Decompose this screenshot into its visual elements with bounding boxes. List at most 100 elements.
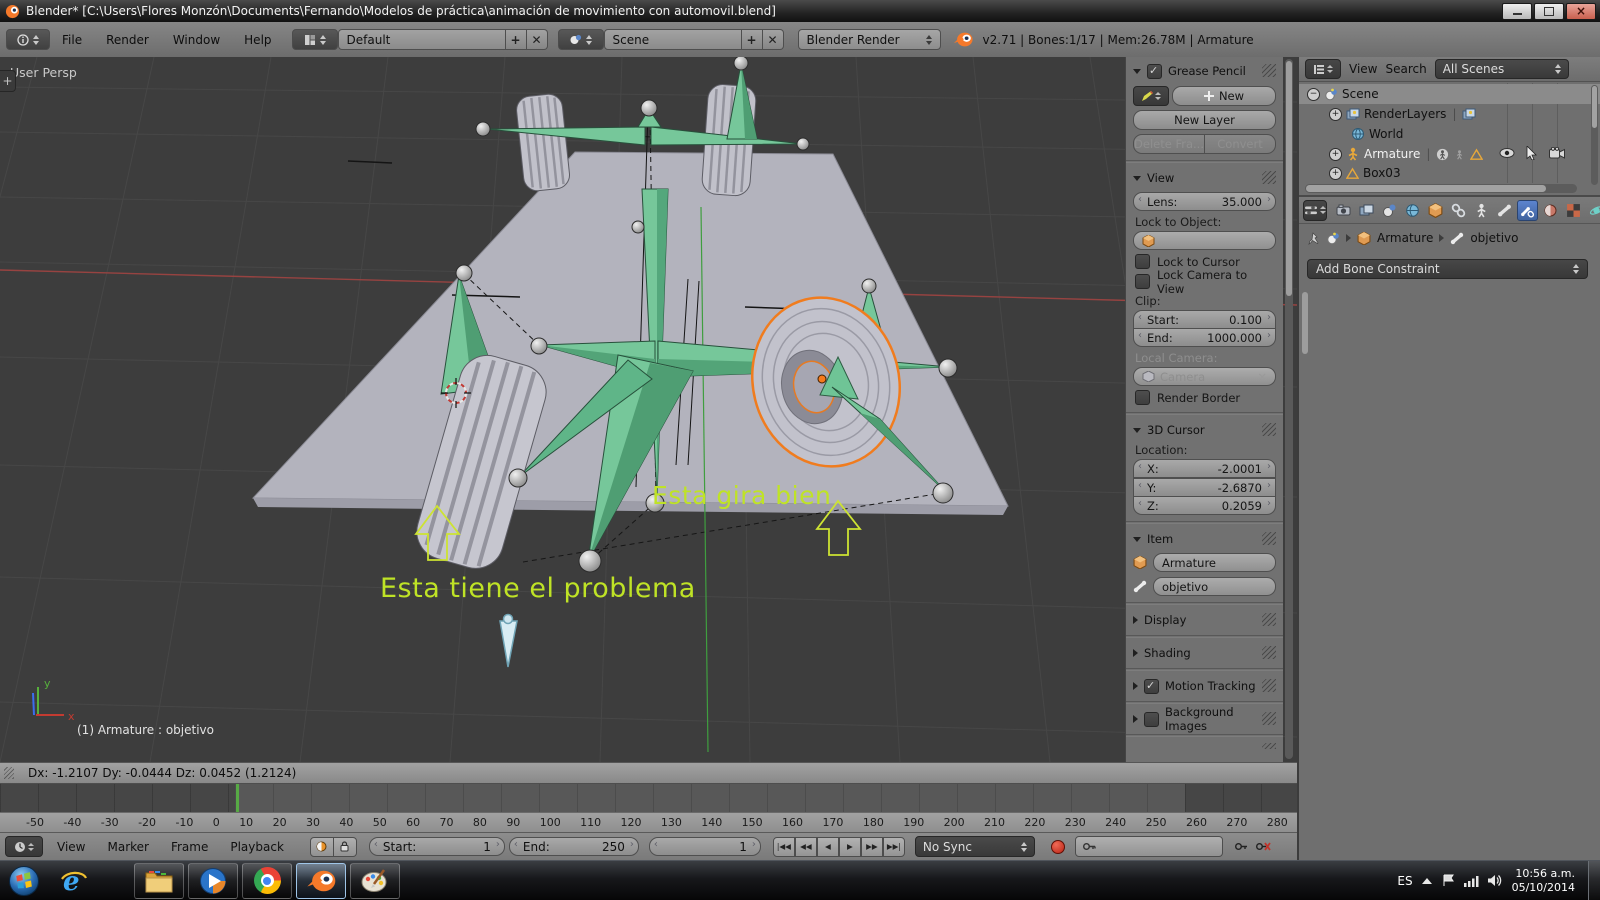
timeline-menu-frame[interactable]: Frame (171, 840, 208, 854)
outliner-row-scene[interactable]: Scene (1299, 84, 1600, 104)
lens-field[interactable]: Lens:35.000 (1133, 192, 1276, 211)
clip-start-field[interactable]: Start:0.100 (1133, 310, 1276, 329)
cursor-x-field[interactable]: X:-2.0001 (1133, 459, 1276, 478)
grease-pencil-header[interactable]: Grease Pencil (1133, 62, 1276, 80)
tab-physics[interactable] (1586, 200, 1600, 221)
action-center-flag-icon[interactable] (1441, 874, 1455, 887)
tab-render[interactable] (1333, 200, 1354, 221)
render-border-checkbox[interactable] (1135, 390, 1150, 405)
menu-window[interactable]: Window (173, 33, 220, 47)
screen-layout-icon-button[interactable] (292, 29, 338, 50)
properties-type-button[interactable] (1303, 200, 1327, 221)
render-border-row[interactable]: Render Border (1135, 389, 1276, 406)
insert-keyframe-button[interactable] (1231, 838, 1253, 856)
taskbar-blender-active[interactable] (296, 863, 346, 899)
editor-type-info-button[interactable] (6, 29, 50, 50)
view-section-header[interactable]: View (1133, 169, 1276, 187)
clear-x-icon[interactable]: ✕ (1257, 370, 1267, 384)
display-section-header[interactable]: Display (1133, 611, 1276, 629)
lock-camera-checkbox[interactable] (1135, 274, 1150, 289)
panel-grip[interactable] (1262, 679, 1276, 692)
taskbar-media-player[interactable] (188, 863, 238, 899)
play-reverse-button[interactable]: ◀ (817, 837, 839, 857)
panel-grip[interactable] (1262, 532, 1276, 545)
current-frame-field[interactable]: 1 (649, 837, 761, 856)
next-keyframe-button[interactable]: ▶▶ (861, 837, 883, 857)
grease-pencil-checkbox[interactable] (1147, 64, 1162, 79)
add-bone-constraint-button[interactable]: Add Bone Constraint (1307, 259, 1588, 279)
scrollbar-thumb[interactable] (1306, 185, 1546, 192)
network-icon[interactable] (1464, 875, 1479, 887)
show-desktop-button[interactable] (1588, 861, 1600, 900)
panel-grip[interactable] (1262, 64, 1276, 77)
volume-icon[interactable] (1488, 874, 1503, 887)
breadcrumb-bone[interactable]: objetivo (1470, 231, 1518, 245)
timeline-menu-view[interactable]: View (57, 840, 85, 854)
frame-end-field[interactable]: End:250 (509, 837, 639, 856)
close-button[interactable] (1566, 3, 1596, 20)
clip-end-field[interactable]: End:1000.000 (1133, 329, 1276, 347)
taskbar-explorer[interactable] (134, 863, 184, 899)
grease-pencil-source-button[interactable] (1133, 86, 1169, 106)
expand-icon[interactable] (1329, 108, 1342, 121)
jump-to-end-button[interactable]: ▶▶| (883, 837, 905, 857)
lock-to-cursor-checkbox[interactable] (1135, 254, 1150, 269)
tray-clock[interactable]: 10:56 a.m. 05/10/2014 (1512, 867, 1575, 895)
wheel-rear-left[interactable] (515, 93, 571, 192)
tab-material[interactable] (1540, 200, 1561, 221)
toolbar-expand-tab[interactable] (0, 70, 16, 92)
panel-grip[interactable] (1262, 646, 1276, 659)
lock-object-field[interactable] (1133, 231, 1276, 250)
tab-render-layers[interactable] (1356, 200, 1377, 221)
screen-layout-field[interactable]: Default (338, 29, 506, 50)
timeline-type-button[interactable] (5, 836, 43, 857)
keying-set-field[interactable] (1075, 836, 1223, 857)
remove-layout-button[interactable] (527, 29, 548, 50)
sync-mode-select[interactable]: No Sync (915, 836, 1035, 857)
outliner-menu-search[interactable]: Search (1385, 62, 1426, 76)
use-preview-range-button[interactable] (310, 837, 334, 857)
tab-constraints[interactable] (1448, 200, 1469, 221)
cursor-y-field[interactable]: Y:-2.6870 (1133, 478, 1276, 497)
local-camera-field[interactable]: Camera ✕ (1133, 367, 1276, 386)
outliner-row-armature[interactable]: Armature | (1299, 144, 1600, 164)
panel-grip[interactable] (1262, 712, 1276, 725)
outliner-row-renderlayers[interactable]: RenderLayers | (1299, 104, 1600, 124)
scene-ball-icon[interactable] (1326, 232, 1340, 245)
background-images-header[interactable]: Background Images (1133, 710, 1276, 728)
tray-language[interactable]: ES (1397, 874, 1412, 888)
taskbar-chrome[interactable] (242, 863, 292, 899)
render-engine-select[interactable]: Blender Render (798, 29, 941, 50)
editor-grip-icon[interactable] (4, 767, 14, 779)
delete-keyframe-button[interactable] (1253, 838, 1275, 856)
motion-tracking-header[interactable]: Motion Tracking (1133, 677, 1276, 695)
menu-file[interactable]: File (62, 33, 82, 47)
timeline-band[interactable] (0, 784, 1297, 812)
panel-grip[interactable] (1262, 423, 1276, 436)
outliner-type-button[interactable] (1305, 59, 1341, 79)
n-panel-scrollbar[interactable] (1285, 59, 1293, 759)
convert-button[interactable]: Convert (1205, 134, 1276, 154)
outliner-row-box[interactable]: Box03 (1299, 164, 1600, 182)
collapse-icon[interactable] (1307, 88, 1320, 101)
properties-scrollbar-thumb[interactable] (1302, 292, 1308, 354)
menu-render[interactable]: Render (106, 33, 149, 47)
scene-name-field[interactable]: Scene (604, 29, 742, 50)
timeline-menu-marker[interactable]: Marker (107, 840, 148, 854)
tray-expand-icon[interactable] (1422, 878, 1432, 884)
add-layout-button[interactable] (506, 29, 527, 50)
auto-keyframe-button[interactable] (1051, 840, 1065, 854)
scrollbar-thumb[interactable] (1592, 86, 1597, 128)
expand-icon[interactable] (1329, 148, 1342, 161)
timeline-ruler[interactable]: -50-40-30-20-100102030405060708090100110… (0, 812, 1297, 833)
scene-icon-button[interactable] (558, 29, 604, 50)
renderable-camera-icon[interactable] (1549, 147, 1565, 162)
grease-pencil-new-button[interactable]: New (1172, 86, 1276, 106)
lock-frame-range-button[interactable] (334, 837, 357, 857)
lock-camera-row[interactable]: Lock Camera to View (1135, 273, 1276, 290)
prev-keyframe-button[interactable]: ◀◀ (795, 837, 817, 857)
current-frame-playhead[interactable] (236, 784, 239, 812)
jump-to-start-button[interactable]: |◀◀ (773, 837, 795, 857)
breadcrumb-object[interactable]: Armature (1377, 231, 1433, 245)
maximize-button[interactable] (1534, 3, 1564, 20)
